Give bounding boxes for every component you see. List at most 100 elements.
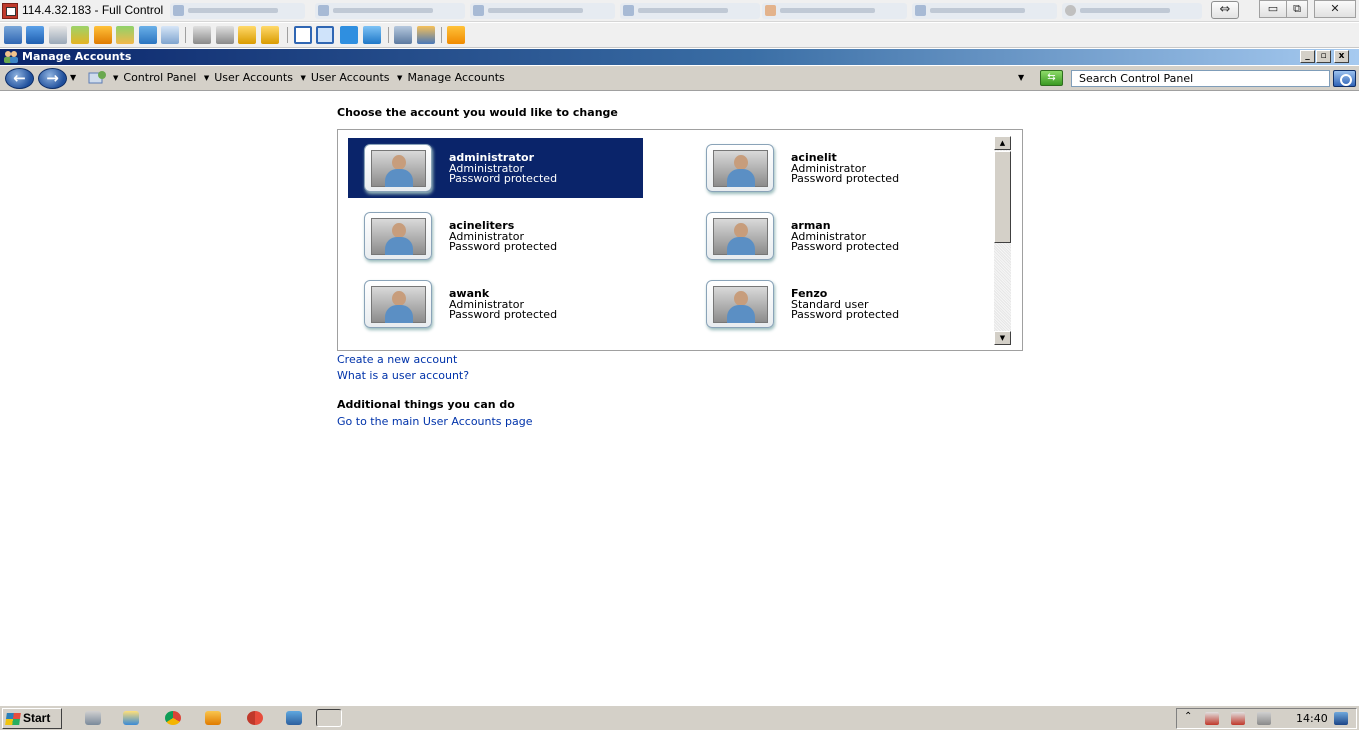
breadcrumb-control-panel[interactable]: Control Panel [123,71,196,84]
monitor-icon[interactable] [4,26,22,44]
volume-muted-icon[interactable] [1205,712,1219,725]
account-tile-administrator[interactable]: administrator Administrator Password pro… [348,138,643,198]
scale-icon[interactable] [363,26,381,44]
window-titlebar: Manage Accounts _ ▫ x [0,49,1359,65]
breadcrumb: ▼ Control Panel ▼ User Accounts ▼ User Acco… [113,71,509,84]
back-arrow-icon[interactable]: ← [5,68,34,89]
account-tile-acinelit[interactable]: acinelit Administrator Password protecte… [690,138,985,198]
account-tile-acineliters[interactable]: acineliters Administrator Password prote… [348,206,643,266]
background-tab[interactable] [315,3,465,19]
avatar [364,144,432,192]
avatar [706,280,774,328]
main-content: Choose the account you would like to cha… [0,92,1359,704]
main-user-accounts-link[interactable]: Go to the main User Accounts page [337,415,533,428]
account-tile-arman[interactable]: arman Administrator Password protected [690,206,985,266]
control-panel-icon [88,71,106,84]
account-tile-fenzo[interactable]: Fenzo Standard user Password protected [690,274,985,334]
account-status: Password protected [449,240,558,253]
filezilla-icon[interactable] [247,711,263,725]
clipboard-icon[interactable] [394,26,412,44]
message-icon[interactable] [161,26,179,44]
window-mode-icon[interactable] [294,26,312,44]
background-tab[interactable] [912,3,1057,19]
avatar [706,212,774,260]
network-error-icon[interactable] [1231,712,1245,725]
breadcrumb-user-accounts-2[interactable]: User Accounts [311,71,390,84]
screen-icon[interactable] [26,26,44,44]
additional-heading: Additional things you can do [337,398,515,411]
avatar [706,144,774,192]
tools-icon[interactable] [417,26,435,44]
chrome-icon[interactable] [165,711,181,725]
account-status: Password protected [449,172,558,185]
clock[interactable]: 14:40 [1296,712,1328,725]
account-tile-awank[interactable]: awank Administrator Password protected [348,274,643,334]
background-tab[interactable] [762,3,907,19]
breadcrumb-manage-accounts[interactable]: Manage Accounts [407,71,504,84]
background-tab[interactable] [470,3,615,19]
phone-icon[interactable] [139,26,157,44]
search-input[interactable]: Search Control Panel [1071,70,1330,87]
scrollbar[interactable]: ▲ ▼ [994,136,1011,345]
active-window-button[interactable] [316,709,342,727]
unlock-icon[interactable] [261,26,279,44]
address-dropdown-icon[interactable]: ▼ [1018,73,1024,82]
account-status: Password protected [791,308,900,321]
viewer-minimize-button[interactable]: ▭ [1259,0,1287,18]
terminal-icon[interactable] [49,26,67,44]
window-minimize-button[interactable]: _ [1300,50,1315,63]
start-button[interactable]: Start [2,708,62,729]
users-icon [4,51,18,63]
viewer-toolbar [0,23,1359,48]
viewer-titlebar: 114.4.32.183 - Full Control ⇔ ▭ ⧉ ✕ [0,0,1359,22]
chevron-down-icon[interactable]: ▼ [397,74,402,82]
search-icon[interactable] [1333,70,1356,87]
chevron-down-icon[interactable]: ▼ [300,74,305,82]
forward-arrow-icon[interactable]: → [38,68,67,89]
refresh-icon[interactable]: ⇆ [1040,70,1063,86]
lock-icon[interactable] [238,26,256,44]
create-account-link[interactable]: Create a new account [337,353,457,366]
what-is-user-account-link[interactable]: What is a user account? [337,369,469,382]
scrollbar-thumb[interactable] [994,151,1011,243]
chevron-down-icon[interactable]: ▼ [113,74,118,82]
disconnect-icon[interactable] [447,26,465,44]
resize-toggle-button[interactable]: ⇔ [1211,1,1239,19]
taskbar: Start ⌃ 14:40 [0,705,1359,730]
breadcrumb-user-accounts[interactable]: User Accounts [214,71,293,84]
viewer-close-button[interactable]: ✕ [1314,0,1356,18]
chevron-down-icon[interactable]: ▼ [204,74,209,82]
user-icon[interactable] [193,26,211,44]
window-maximize-button[interactable]: ▫ [1316,50,1331,63]
account-status: Password protected [791,172,900,185]
system-tray: ⌃ 14:40 [1176,708,1357,729]
accounts-list: administrator Administrator Password pro… [337,129,1023,351]
history-dropdown-icon[interactable]: ▼ [70,73,76,82]
fullscreen-icon[interactable] [316,26,334,44]
users-icon[interactable] [216,26,234,44]
powershell-icon[interactable] [286,711,302,725]
scroll-down-icon[interactable]: ▼ [994,331,1011,345]
background-tab[interactable] [170,3,305,19]
window-title: Manage Accounts [22,50,132,63]
server-manager-icon[interactable] [85,711,101,725]
app-icon[interactable] [205,711,221,725]
chevron-up-icon[interactable]: ⌃ [1184,711,1192,722]
background-tab[interactable] [620,3,760,19]
avatar [364,212,432,260]
show-desktop-icon[interactable] [1334,712,1348,725]
window-close-button[interactable]: x [1334,50,1349,63]
account-status: Password protected [791,240,900,253]
scroll-up-icon[interactable]: ▲ [994,136,1011,150]
power-icon[interactable] [94,26,112,44]
remote-control-icon [2,3,18,19]
background-tab[interactable] [1062,3,1202,19]
page-heading: Choose the account you would like to cha… [337,106,618,119]
explorer-icon[interactable] [123,711,139,725]
fit-screen-icon[interactable] [340,26,358,44]
viewer-restore-button[interactable]: ⧉ [1286,0,1308,18]
chat-icon[interactable] [116,26,134,44]
file-transfer-icon[interactable] [71,26,89,44]
device-icon[interactable] [1257,712,1271,725]
start-label: Start [23,711,51,725]
